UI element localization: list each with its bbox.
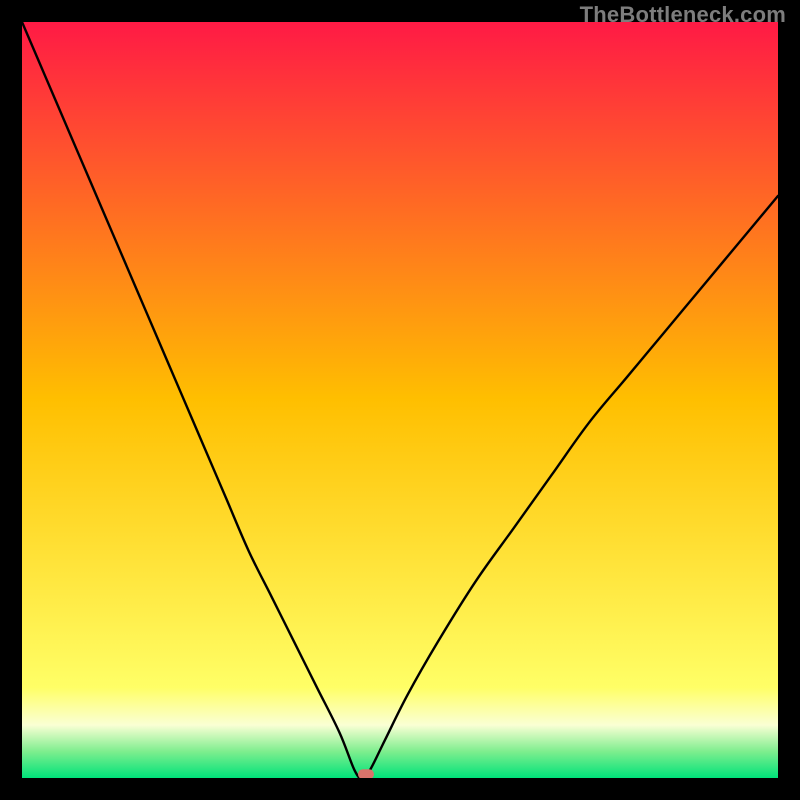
- minimum-marker: [358, 769, 374, 778]
- chart-background: [22, 22, 778, 778]
- chart-frame: TheBottleneck.com: [0, 0, 800, 800]
- watermark-text: TheBottleneck.com: [580, 2, 786, 28]
- chart-plot: [22, 22, 778, 778]
